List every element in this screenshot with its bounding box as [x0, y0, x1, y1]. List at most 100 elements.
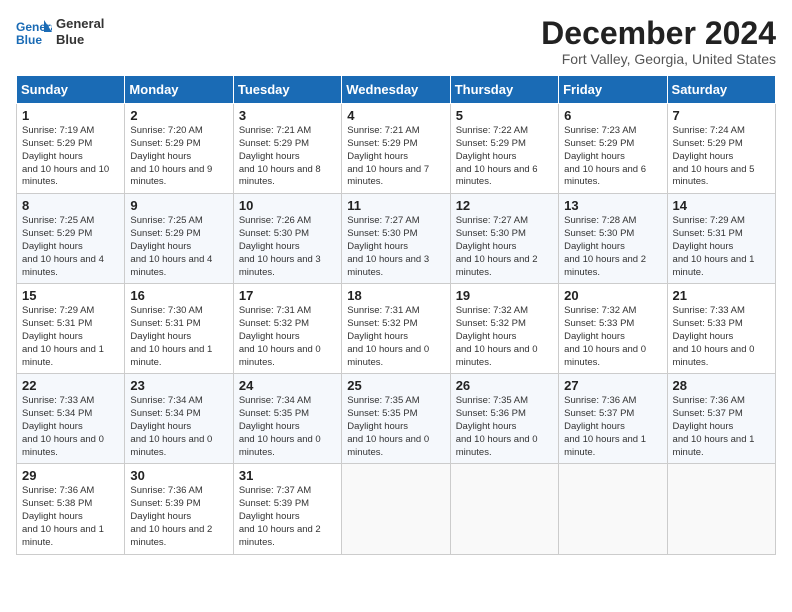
day-number: 21 — [673, 288, 770, 303]
svg-text:Blue: Blue — [16, 33, 42, 46]
calendar-cell: 28 Sunrise: 7:36 AMSunset: 5:37 PMDaylig… — [667, 374, 775, 464]
calendar-cell: 13 Sunrise: 7:28 AMSunset: 5:30 PMDaylig… — [559, 194, 667, 284]
cell-info: Sunrise: 7:25 AMSunset: 5:29 PMDaylight … — [22, 215, 104, 277]
calendar-cell: 27 Sunrise: 7:36 AMSunset: 5:37 PMDaylig… — [559, 374, 667, 464]
logo-icon: General Blue — [16, 18, 52, 46]
day-number: 11 — [347, 198, 444, 213]
calendar-cell — [667, 464, 775, 554]
calendar-cell: 23 Sunrise: 7:34 AMSunset: 5:34 PMDaylig… — [125, 374, 233, 464]
calendar-cell: 20 Sunrise: 7:32 AMSunset: 5:33 PMDaylig… — [559, 284, 667, 374]
day-number: 20 — [564, 288, 661, 303]
cell-info: Sunrise: 7:34 AMSunset: 5:35 PMDaylight … — [239, 395, 321, 457]
cell-info: Sunrise: 7:36 AMSunset: 5:37 PMDaylight … — [564, 395, 646, 457]
cell-info: Sunrise: 7:36 AMSunset: 5:39 PMDaylight … — [130, 485, 212, 547]
week-row-1: 1 Sunrise: 7:19 AMSunset: 5:29 PMDayligh… — [17, 104, 776, 194]
cell-info: Sunrise: 7:27 AMSunset: 5:30 PMDaylight … — [456, 215, 538, 277]
week-row-5: 29 Sunrise: 7:36 AMSunset: 5:38 PMDaylig… — [17, 464, 776, 554]
header: General Blue General Blue December 2024 … — [16, 16, 776, 67]
day-number: 29 — [22, 468, 119, 483]
cell-info: Sunrise: 7:28 AMSunset: 5:30 PMDaylight … — [564, 215, 646, 277]
day-number: 19 — [456, 288, 553, 303]
cell-info: Sunrise: 7:36 AMSunset: 5:38 PMDaylight … — [22, 485, 104, 547]
cell-info: Sunrise: 7:24 AMSunset: 5:29 PMDaylight … — [673, 125, 755, 187]
day-number: 26 — [456, 378, 553, 393]
day-number: 3 — [239, 108, 336, 123]
calendar-cell — [342, 464, 450, 554]
calendar-cell: 5 Sunrise: 7:22 AMSunset: 5:29 PMDayligh… — [450, 104, 558, 194]
calendar-cell — [450, 464, 558, 554]
week-row-4: 22 Sunrise: 7:33 AMSunset: 5:34 PMDaylig… — [17, 374, 776, 464]
day-number: 12 — [456, 198, 553, 213]
cell-info: Sunrise: 7:37 AMSunset: 5:39 PMDaylight … — [239, 485, 321, 547]
week-row-2: 8 Sunrise: 7:25 AMSunset: 5:29 PMDayligh… — [17, 194, 776, 284]
day-number: 18 — [347, 288, 444, 303]
calendar-cell: 25 Sunrise: 7:35 AMSunset: 5:35 PMDaylig… — [342, 374, 450, 464]
weekday-header-monday: Monday — [125, 76, 233, 104]
cell-info: Sunrise: 7:32 AMSunset: 5:33 PMDaylight … — [564, 305, 646, 367]
calendar-cell: 6 Sunrise: 7:23 AMSunset: 5:29 PMDayligh… — [559, 104, 667, 194]
day-number: 2 — [130, 108, 227, 123]
calendar-cell: 2 Sunrise: 7:20 AMSunset: 5:29 PMDayligh… — [125, 104, 233, 194]
logo: General Blue General Blue — [16, 16, 104, 47]
weekday-header-thursday: Thursday — [450, 76, 558, 104]
weekday-header-saturday: Saturday — [667, 76, 775, 104]
calendar-cell: 22 Sunrise: 7:33 AMSunset: 5:34 PMDaylig… — [17, 374, 125, 464]
calendar-cell: 15 Sunrise: 7:29 AMSunset: 5:31 PMDaylig… — [17, 284, 125, 374]
cell-info: Sunrise: 7:31 AMSunset: 5:32 PMDaylight … — [239, 305, 321, 367]
cell-info: Sunrise: 7:21 AMSunset: 5:29 PMDaylight … — [239, 125, 321, 187]
calendar-cell — [559, 464, 667, 554]
day-number: 4 — [347, 108, 444, 123]
cell-info: Sunrise: 7:20 AMSunset: 5:29 PMDaylight … — [130, 125, 212, 187]
cell-info: Sunrise: 7:34 AMSunset: 5:34 PMDaylight … — [130, 395, 212, 457]
calendar-cell: 1 Sunrise: 7:19 AMSunset: 5:29 PMDayligh… — [17, 104, 125, 194]
calendar-title: December 2024 — [541, 16, 776, 51]
calendar-cell: 21 Sunrise: 7:33 AMSunset: 5:33 PMDaylig… — [667, 284, 775, 374]
day-number: 8 — [22, 198, 119, 213]
calendar-cell: 18 Sunrise: 7:31 AMSunset: 5:32 PMDaylig… — [342, 284, 450, 374]
day-number: 31 — [239, 468, 336, 483]
calendar-cell: 30 Sunrise: 7:36 AMSunset: 5:39 PMDaylig… — [125, 464, 233, 554]
week-row-3: 15 Sunrise: 7:29 AMSunset: 5:31 PMDaylig… — [17, 284, 776, 374]
day-number: 14 — [673, 198, 770, 213]
cell-info: Sunrise: 7:19 AMSunset: 5:29 PMDaylight … — [22, 125, 109, 187]
day-number: 10 — [239, 198, 336, 213]
day-number: 30 — [130, 468, 227, 483]
weekday-header-row: SundayMondayTuesdayWednesdayThursdayFrid… — [17, 76, 776, 104]
calendar-cell: 3 Sunrise: 7:21 AMSunset: 5:29 PMDayligh… — [233, 104, 341, 194]
cell-info: Sunrise: 7:32 AMSunset: 5:32 PMDaylight … — [456, 305, 538, 367]
calendar-cell: 9 Sunrise: 7:25 AMSunset: 5:29 PMDayligh… — [125, 194, 233, 284]
calendar-cell: 19 Sunrise: 7:32 AMSunset: 5:32 PMDaylig… — [450, 284, 558, 374]
cell-info: Sunrise: 7:35 AMSunset: 5:36 PMDaylight … — [456, 395, 538, 457]
cell-info: Sunrise: 7:29 AMSunset: 5:31 PMDaylight … — [673, 215, 755, 277]
cell-info: Sunrise: 7:29 AMSunset: 5:31 PMDaylight … — [22, 305, 104, 367]
calendar-subtitle: Fort Valley, Georgia, United States — [541, 51, 776, 67]
day-number: 16 — [130, 288, 227, 303]
calendar-cell: 26 Sunrise: 7:35 AMSunset: 5:36 PMDaylig… — [450, 374, 558, 464]
calendar-table: SundayMondayTuesdayWednesdayThursdayFrid… — [16, 75, 776, 554]
day-number: 28 — [673, 378, 770, 393]
calendar-cell: 14 Sunrise: 7:29 AMSunset: 5:31 PMDaylig… — [667, 194, 775, 284]
day-number: 17 — [239, 288, 336, 303]
calendar-cell: 16 Sunrise: 7:30 AMSunset: 5:31 PMDaylig… — [125, 284, 233, 374]
weekday-header-sunday: Sunday — [17, 76, 125, 104]
day-number: 23 — [130, 378, 227, 393]
day-number: 1 — [22, 108, 119, 123]
day-number: 27 — [564, 378, 661, 393]
calendar-cell: 12 Sunrise: 7:27 AMSunset: 5:30 PMDaylig… — [450, 194, 558, 284]
calendar-cell: 31 Sunrise: 7:37 AMSunset: 5:39 PMDaylig… — [233, 464, 341, 554]
cell-info: Sunrise: 7:22 AMSunset: 5:29 PMDaylight … — [456, 125, 538, 187]
day-number: 15 — [22, 288, 119, 303]
day-number: 25 — [347, 378, 444, 393]
day-number: 5 — [456, 108, 553, 123]
cell-info: Sunrise: 7:31 AMSunset: 5:32 PMDaylight … — [347, 305, 429, 367]
cell-info: Sunrise: 7:21 AMSunset: 5:29 PMDaylight … — [347, 125, 429, 187]
calendar-cell: 8 Sunrise: 7:25 AMSunset: 5:29 PMDayligh… — [17, 194, 125, 284]
cell-info: Sunrise: 7:25 AMSunset: 5:29 PMDaylight … — [130, 215, 212, 277]
cell-info: Sunrise: 7:33 AMSunset: 5:33 PMDaylight … — [673, 305, 755, 367]
day-number: 24 — [239, 378, 336, 393]
calendar-cell: 7 Sunrise: 7:24 AMSunset: 5:29 PMDayligh… — [667, 104, 775, 194]
calendar-cell: 17 Sunrise: 7:31 AMSunset: 5:32 PMDaylig… — [233, 284, 341, 374]
day-number: 13 — [564, 198, 661, 213]
calendar-cell: 24 Sunrise: 7:34 AMSunset: 5:35 PMDaylig… — [233, 374, 341, 464]
weekday-header-wednesday: Wednesday — [342, 76, 450, 104]
